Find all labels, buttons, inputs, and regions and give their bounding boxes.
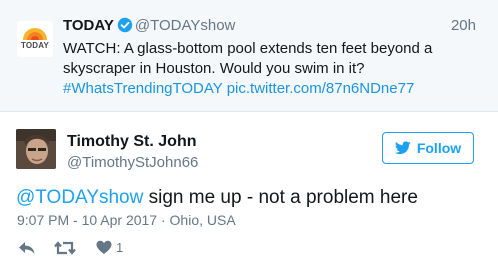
parent-tweet-time[interactable]: 20h xyxy=(451,17,476,34)
today-logo[interactable]: TODAY xyxy=(17,21,53,57)
reply-icon xyxy=(19,242,35,254)
follow-label: Follow xyxy=(416,140,462,156)
reply-button[interactable] xyxy=(18,240,36,256)
like-button[interactable]: 1 xyxy=(96,240,123,255)
author-name[interactable]: Timothy St. John xyxy=(67,133,196,151)
heart-icon xyxy=(96,240,112,254)
follow-button[interactable]: Follow xyxy=(382,132,474,164)
mention-link[interactable]: @TODAYshow xyxy=(16,187,143,208)
like-count: 1 xyxy=(116,240,124,255)
parent-tweet-body: WATCH: A glass-bottom pool extends ten f… xyxy=(63,40,433,77)
retweet-button[interactable] xyxy=(54,240,76,256)
user-photo-icon xyxy=(16,129,56,169)
parent-author-name[interactable]: TODAY xyxy=(63,17,114,34)
hashtag-link[interactable]: #WhatsTrendingTODAY xyxy=(63,80,223,97)
parent-tweet-text: WATCH: A glass-bottom pool extends ten f… xyxy=(63,39,483,99)
pic-link[interactable]: pic.twitter.com/87n6NDne77 xyxy=(227,80,415,97)
avatar[interactable] xyxy=(16,129,56,169)
today-sunrise-icon xyxy=(23,28,47,40)
parent-tweet[interactable]: TODAY TODAY @TODAYshow 20h WATCH: A glass… xyxy=(0,0,498,112)
tweet-text: @TODAYshow sign me up - not a problem he… xyxy=(16,186,418,210)
logo-text: TODAY xyxy=(20,41,50,50)
parent-tweet-header: TODAY @TODAYshow xyxy=(63,17,235,37)
tweet-body: sign me up - not a problem here xyxy=(143,187,418,208)
twitter-bird-icon xyxy=(394,141,411,155)
tweet-meta[interactable]: 9:07 PM - 10 Apr 2017 · Ohio, USA xyxy=(17,212,236,228)
parent-author-handle[interactable]: @TODAYshow xyxy=(135,17,236,34)
verified-badge-icon xyxy=(117,17,133,37)
retweet-icon xyxy=(54,241,76,255)
author-handle[interactable]: @TimothyStJohn66 xyxy=(67,154,198,171)
